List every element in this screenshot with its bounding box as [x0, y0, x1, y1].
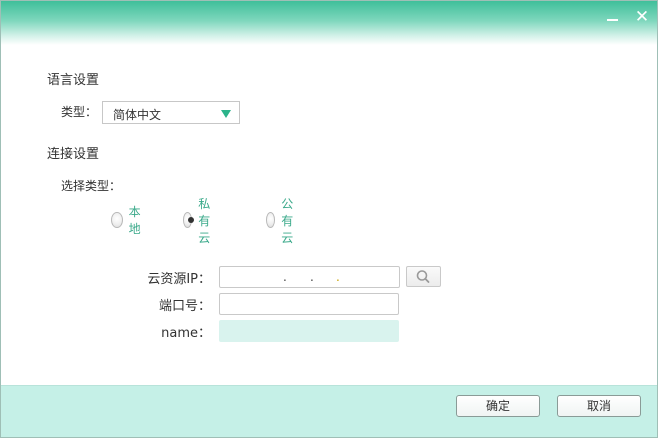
cancel-button[interactable]: 取消 — [557, 395, 641, 417]
port-label: 端口号： — [158, 299, 211, 314]
name-label: name： — [161, 326, 211, 341]
search-icon — [416, 270, 430, 283]
type-label: 类型： — [61, 105, 98, 119]
close-button[interactable]: ✕ — [631, 7, 653, 27]
language-section-title: 语言设置 — [47, 73, 100, 88]
ip-separator: . — [310, 270, 314, 284]
radio-local-circle[interactable] — [111, 212, 123, 228]
search-button[interactable] — [406, 266, 441, 287]
port-input[interactable] — [219, 293, 399, 315]
radio-public-cloud[interactable]: 公有云 — [266, 197, 300, 245]
ip-label: 云资源IP： — [147, 272, 211, 287]
radio-local[interactable]: 本地 — [111, 205, 145, 236]
choose-type-label: 选择类型： — [61, 179, 122, 193]
settings-dialog: ✕ 语言设置 类型： 简体中文 连接设置 选择类型： 本地 私有云 公有云 云资… — [0, 0, 658, 438]
radio-private-cloud[interactable]: 私有云 — [183, 197, 217, 245]
radio-public-cloud-circle[interactable] — [266, 212, 276, 228]
radio-local-label[interactable]: 本地 — [129, 203, 145, 237]
ok-button[interactable]: 确定 — [456, 395, 540, 417]
title-bar: ✕ — [1, 1, 657, 45]
minimize-button[interactable] — [602, 7, 624, 27]
radio-private-cloud-label[interactable]: 私有云 — [198, 195, 217, 246]
ip-separator: . — [283, 270, 287, 284]
radio-public-cloud-label[interactable]: 公有云 — [281, 195, 300, 246]
language-select[interactable]: 简体中文 — [102, 101, 240, 124]
ip-input[interactable]: . . . — [219, 266, 400, 288]
ip-separator: . — [336, 270, 340, 284]
connection-section-title: 连接设置 — [47, 147, 100, 162]
language-select-value: 简体中文 — [113, 108, 162, 122]
close-icon: ✕ — [634, 7, 650, 27]
dialog-footer: 确定 取消 — [1, 385, 657, 437]
dropdown-arrow-icon[interactable] — [221, 110, 231, 118]
radio-private-cloud-circle[interactable] — [183, 212, 195, 228]
name-input — [219, 320, 399, 342]
